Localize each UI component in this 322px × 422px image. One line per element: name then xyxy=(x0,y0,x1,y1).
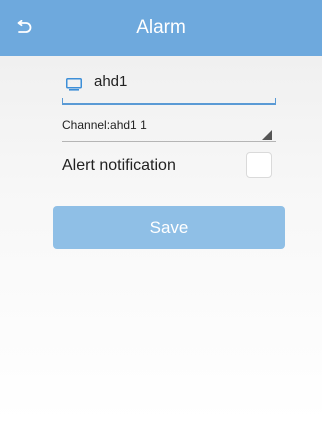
device-name: ahd1 xyxy=(94,73,128,90)
header-bar: Alarm xyxy=(0,0,322,56)
channel-selected-value: Channel:ahd1 1 xyxy=(62,118,147,132)
device-field-underline xyxy=(62,98,276,105)
alarm-screen: Alarm ahd1 Channel:ahd1 1 Alert notifica… xyxy=(0,0,322,422)
alert-notification-label: Alert notification xyxy=(62,157,176,174)
dropdown-arrow-icon xyxy=(262,130,272,140)
device-field[interactable]: ahd1 xyxy=(62,72,276,105)
alarm-form: ahd1 Channel:ahd1 1 Alert notification S… xyxy=(0,56,322,422)
save-button[interactable]: Save xyxy=(53,206,285,249)
monitor-icon xyxy=(66,78,82,91)
alert-notification-checkbox[interactable] xyxy=(246,152,272,178)
channel-underline xyxy=(62,141,276,142)
channel-dropdown[interactable]: Channel:ahd1 1 xyxy=(62,118,276,142)
page-title: Alarm xyxy=(136,17,186,38)
